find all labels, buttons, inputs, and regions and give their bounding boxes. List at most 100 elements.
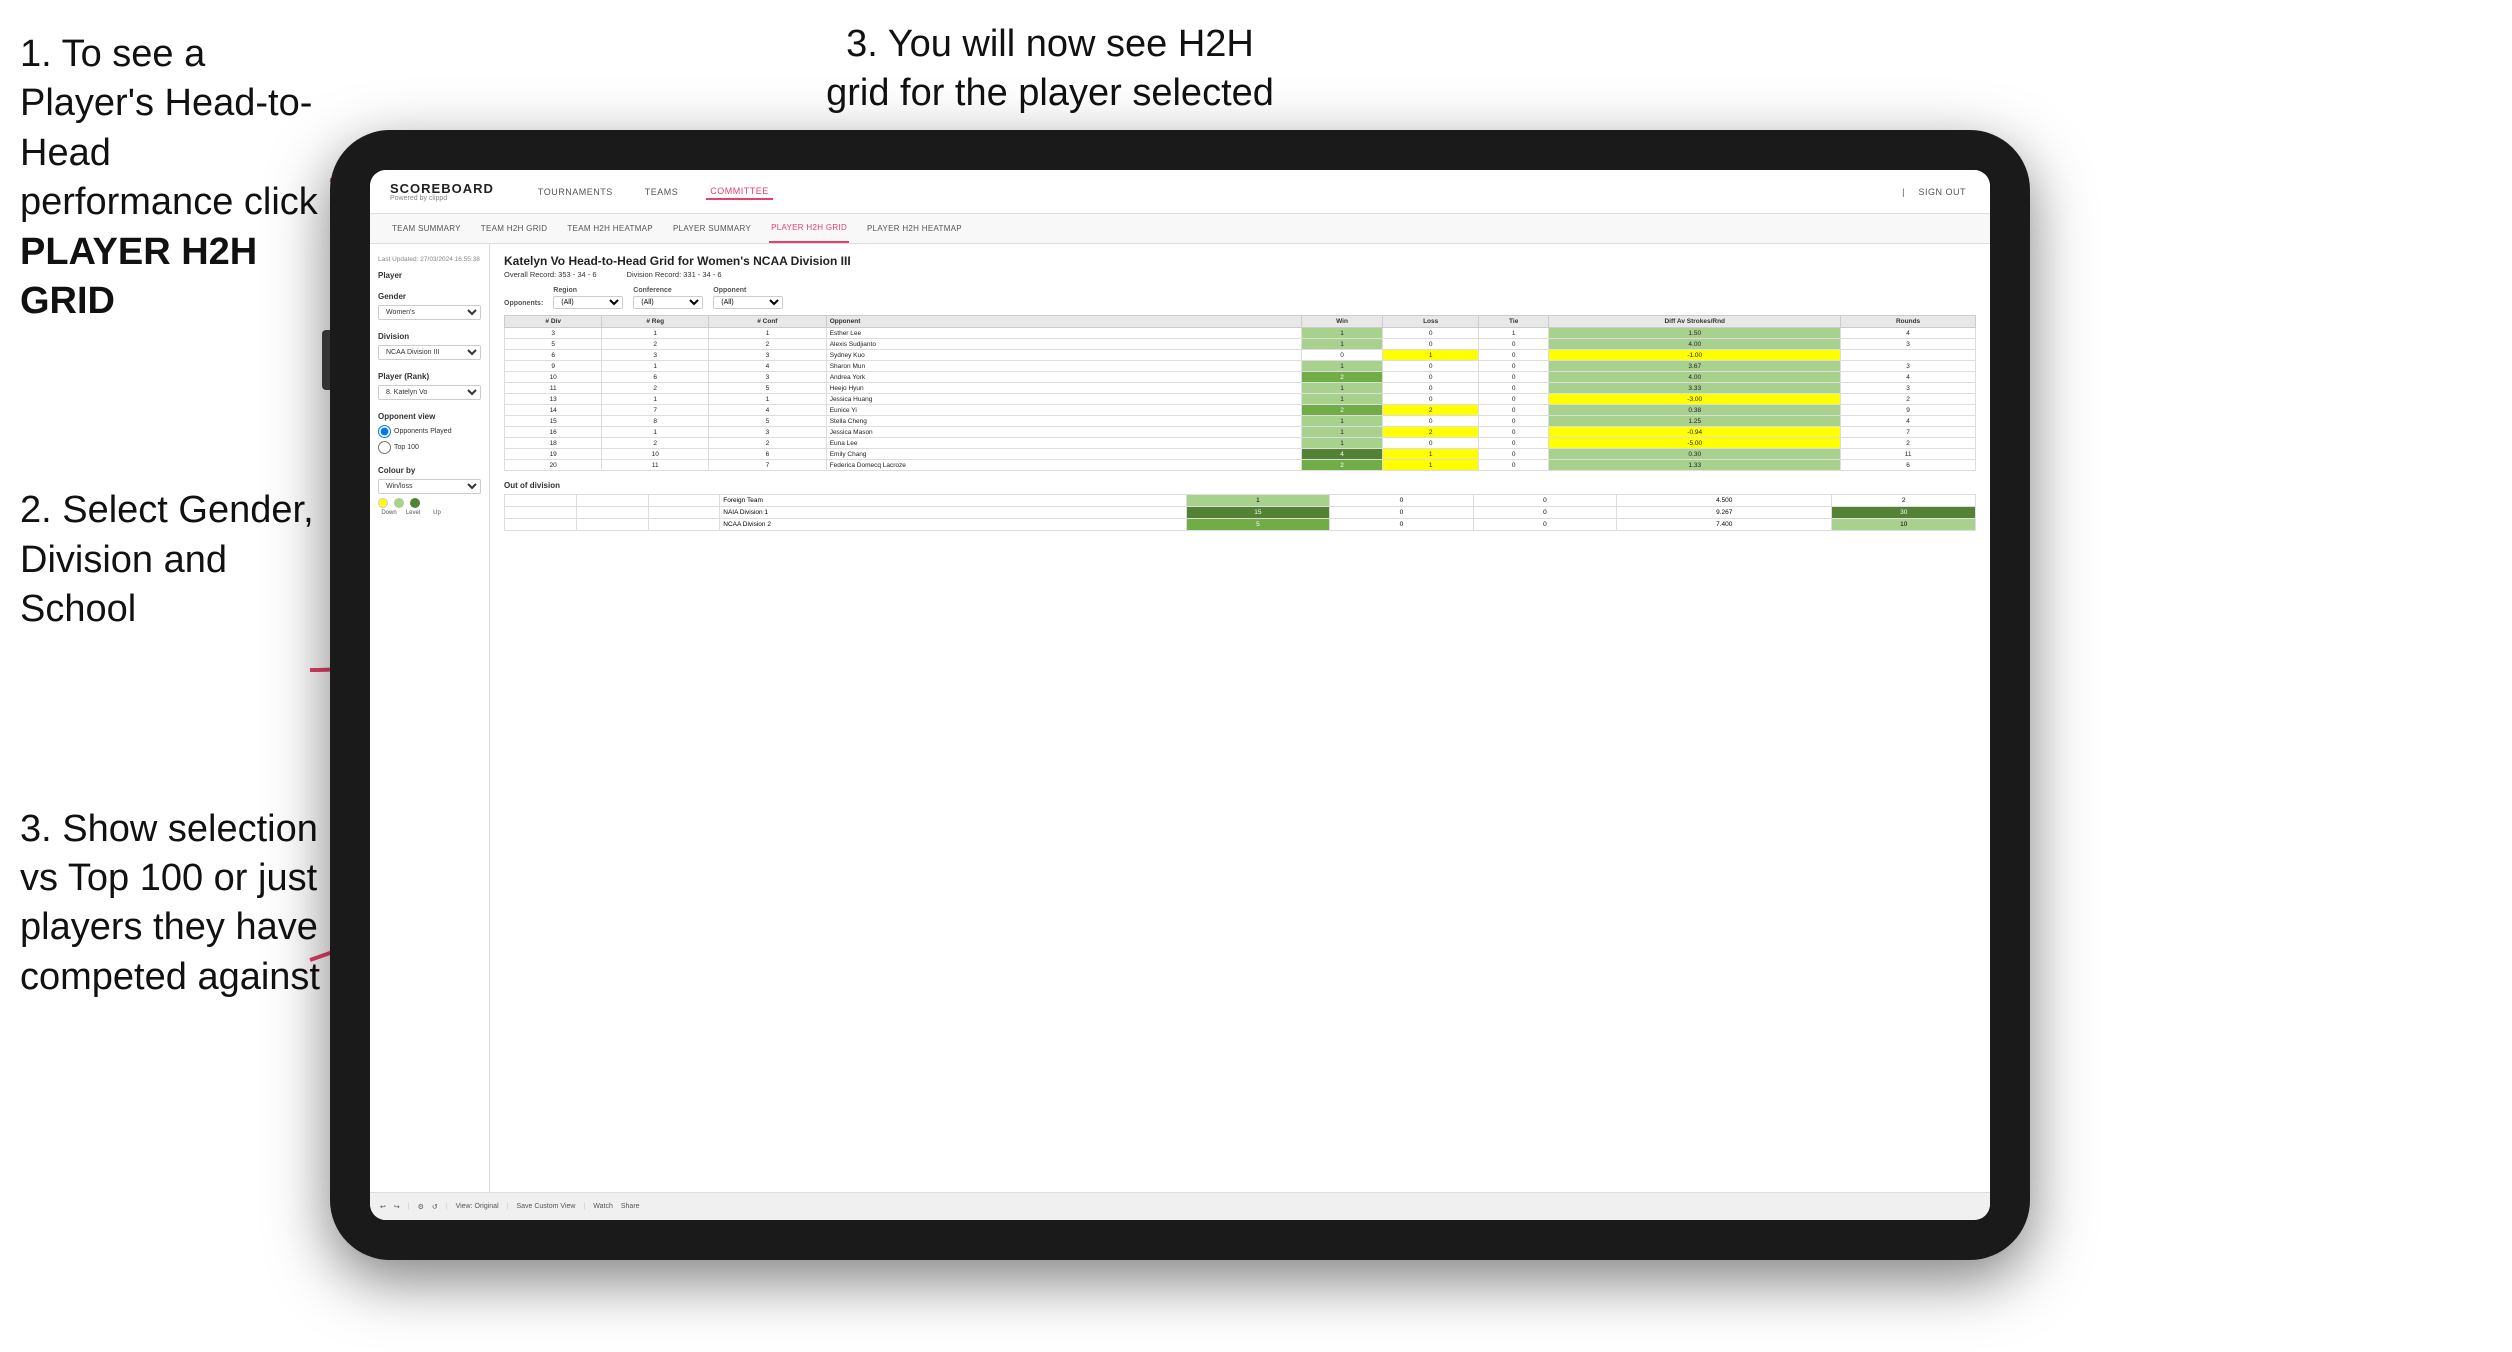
filter-conference-group: Conference (All) [633,287,703,309]
share-button[interactable]: Share [621,1203,640,1210]
table-cell: 11 [505,383,602,394]
refresh-button[interactable]: ↺ [432,1203,438,1211]
table-row: 1125Heejo Hyun1003.333 [505,383,1976,394]
sub-nav-team-summary[interactable]: TEAM SUMMARY [390,214,463,243]
table-cell: Alexis Sudjianto [826,339,1301,350]
watch-button[interactable]: Watch [593,1203,613,1210]
redo-button[interactable]: ↪ [394,1203,400,1211]
colour-label: Colour by [378,466,481,475]
step2-block: 2. Select Gender, Division and School [20,486,320,634]
table-cell: -5.00 [1549,438,1841,449]
colour-select[interactable]: Win/loss [378,479,481,494]
table-cell: Sharon Mun [826,361,1301,372]
ood-table-row: NAIA Division 115009.26730 [505,507,1976,519]
table-cell: 0 [1479,350,1549,361]
table-cell: 4 [1841,372,1976,383]
table-cell: 0 [1383,361,1479,372]
table-cell: 3 [1841,339,1976,350]
table-cell: 5 [505,339,602,350]
col-reg: # Reg [602,316,709,328]
filter-region-label: Region [553,287,623,294]
ood-cell: 4.500 [1617,495,1832,507]
step3-left-text: 3. Show selection vs Top 100 or just pla… [20,805,320,1003]
table-cell: 1 [1301,416,1382,427]
table-cell: 1 [1479,328,1549,339]
filter-region-select[interactable]: (All) [553,296,623,309]
sidebar: Last Updated: 27/03/2024 16:55:38 Player… [370,244,490,1192]
colour-section: Colour by Win/loss Down Level Up [378,466,481,516]
table-cell: 2 [709,339,827,350]
undo-button[interactable]: ↩ [380,1203,386,1211]
filter-opponent-select[interactable]: (All) [713,296,783,309]
nav-teams[interactable]: TEAMS [641,185,683,199]
table-row: 914Sharon Mun1003.673 [505,361,1976,372]
table-cell: 20 [505,460,602,471]
table-row: 1822Euna Lee100-5.002 [505,438,1976,449]
ood-cell: 15 [1186,507,1330,519]
save-custom-button[interactable]: Save Custom View [516,1203,575,1210]
colour-label-level: Level [402,510,424,516]
toolbar-settings[interactable]: ⚙ [418,1203,424,1211]
table-cell: 1 [1301,438,1382,449]
table-cell: 6 [709,449,827,460]
table-cell: Stella Cheng [826,416,1301,427]
table-cell: Esther Lee [826,328,1301,339]
table-cell: Euna Lee [826,438,1301,449]
top100-label: Top 100 [394,444,419,451]
table-cell: 2 [709,438,827,449]
sub-nav-team-h2h-grid[interactable]: TEAM H2H GRID [479,214,550,243]
ood-cell: 0 [1473,495,1617,507]
table-cell: 0 [1479,449,1549,460]
ood-cell: Foreign Team [720,495,1186,507]
sub-nav-player-h2h-grid[interactable]: PLAYER H2H GRID [769,214,849,243]
ood-header: Out of division [504,481,1976,490]
table-cell: 7 [709,460,827,471]
sign-out-button[interactable]: Sign out [1914,185,1970,199]
table-cell: 0 [1383,328,1479,339]
step1-block: 1. To see a Player's Head-to-Head perfor… [20,30,320,326]
sub-nav: TEAM SUMMARY TEAM H2H GRID TEAM H2H HEAT… [370,214,1990,244]
sub-nav-player-summary[interactable]: PLAYER SUMMARY [671,214,753,243]
table-cell: 1 [602,361,709,372]
ood-cell [576,519,648,531]
division-select[interactable]: NCAA Division III [378,345,481,360]
filter-conference-select[interactable]: (All) [633,296,703,309]
table-cell: 2 [1301,460,1382,471]
table-cell: 4 [1841,416,1976,427]
sidebar-player-label: Player [378,271,481,280]
table-cell: 3 [709,372,827,383]
table-cell: 1 [709,394,827,405]
opponents-played-radio[interactable] [378,425,391,438]
ood-cell [505,507,577,519]
view-original-button[interactable]: View: Original [456,1203,499,1210]
table-cell: 2 [602,339,709,350]
colour-dots [378,498,481,508]
table-cell: Sydney Kuo [826,350,1301,361]
table-header-row: # Div # Reg # Conf Opponent Win Loss Tie… [505,316,1976,328]
col-tie: Tie [1479,316,1549,328]
table-cell: 3 [602,350,709,361]
table-cell: 11 [1841,449,1976,460]
table-row: 1063Andrea York2004.004 [505,372,1976,383]
table-cell: 4 [1301,449,1382,460]
sidebar-gender-section: Gender Women's [378,292,481,320]
table-cell: 0 [1479,438,1549,449]
table-row: 1474Eunice Yi2200.389 [505,405,1976,416]
table-cell: 1 [1301,339,1382,350]
table-cell: 2 [1841,438,1976,449]
top100-radio[interactable] [378,441,391,454]
sidebar-timestamp: Last Updated: 27/03/2024 16:55:38 [378,256,481,263]
nav-committee[interactable]: COMMITTEE [706,184,773,200]
nav-tournaments[interactable]: TOURNAMENTS [534,185,617,199]
filter-region-group: Region (All) [553,287,623,309]
logo-sub: Powered by clippd [390,195,494,202]
sub-nav-player-h2h-heatmap[interactable]: PLAYER H2H HEATMAP [865,214,964,243]
player-rank-select[interactable]: 8. Katelyn Vo [378,385,481,400]
grid-subtitle: Overall Record: 353 - 34 - 6 Division Re… [504,270,1976,279]
ood-cell: 9.267 [1617,507,1832,519]
table-cell: 1 [1301,361,1382,372]
ood-cell [576,507,648,519]
sub-nav-team-h2h-heatmap[interactable]: TEAM H2H HEATMAP [565,214,655,243]
colour-dot-down [378,498,388,508]
gender-select[interactable]: Women's [378,305,481,320]
